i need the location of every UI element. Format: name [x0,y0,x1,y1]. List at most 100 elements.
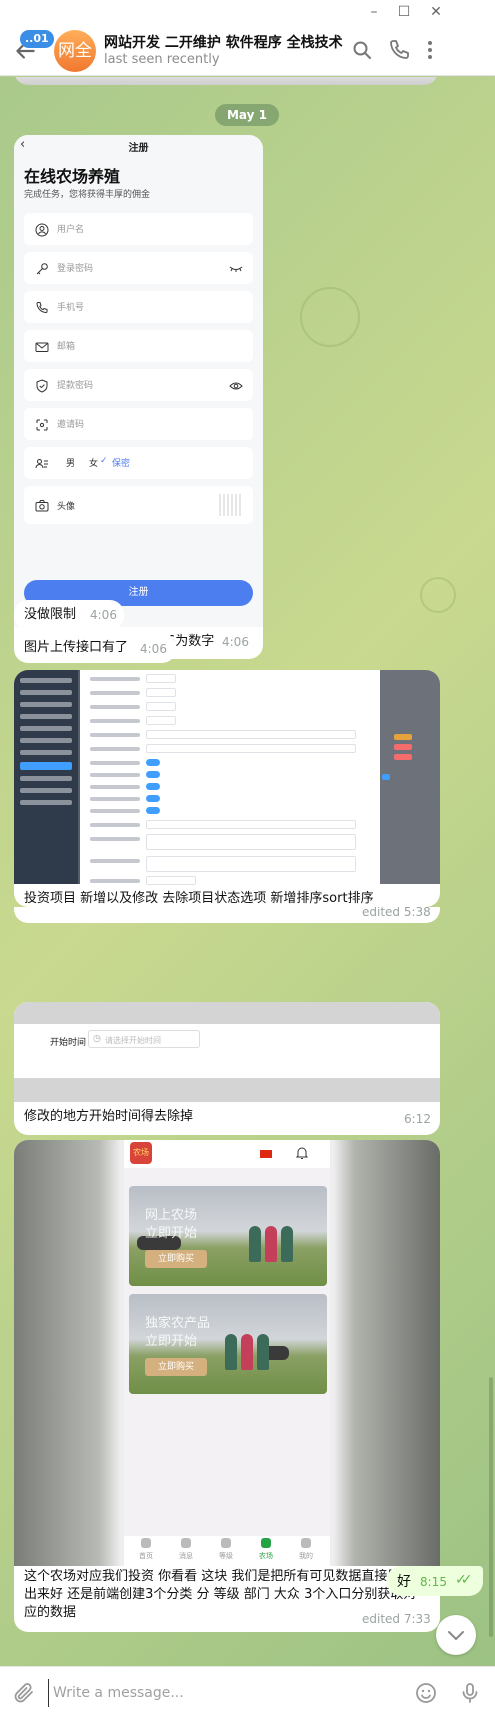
admin-sidebar-item [20,788,72,793]
key-icon [35,261,49,275]
chat-status: last seen recently [104,52,220,67]
tab-messages: 消息 [166,1538,206,1564]
message-start-time[interactable]: 开始时间 ◷ 请选择开始时间 修改的地方开始时间得去除掉 6:12 [14,1002,440,1135]
farm-icon [261,1538,271,1548]
message-farm[interactable]: 农场 网上农场 立即开始 立即购买 独家农产品 立即开始 立即购买 首页 消息 … [14,1140,440,1632]
buy-now-button: 立即购买 [145,1250,207,1268]
start-time-placeholder: 请选择开始时间 [105,1036,161,1045]
date-separator: May 1 [215,104,279,126]
message-text: 修改的地方开始时间得去除掉 [24,1109,194,1124]
minimize-button[interactable]: – [364,2,384,22]
message-registration-form[interactable]: ‹ 注册 在线农场养殖 完成任务，您将获得丰厚的佣金 用户名 登录密码 手机号 … [14,135,263,659]
start-time-label: 开始时间 [50,1038,87,1048]
chat-title[interactable]: 网站开发 二开维护 软件程序 全栈技术 [104,32,343,52]
message-input[interactable] [48,1679,408,1707]
form-row [90,674,370,684]
chat-area[interactable]: May 1 ‹ 注册 在线农场养殖 完成任务，您将获得丰厚的佣金 用户名 登录密… [0,77,495,1666]
phone-placeholder: 手机号 [57,303,85,313]
paperclip-icon[interactable] [12,1681,36,1705]
bell-icon [294,1145,310,1161]
chat-header: ..01 网全 网站开发 二开维护 软件程序 全栈技术 last seen re… [0,24,495,76]
form-row [90,758,370,768]
phone-icon [35,300,49,314]
banner-subtitle: 立即开始 [145,1226,198,1241]
admin-sidebar-item [20,714,72,719]
close-window-button[interactable]: ✕ [426,2,446,22]
avatar-upload-field: 头像 [24,486,253,524]
user-icon [301,1538,311,1548]
farm-tab-bar: 首页 消息 等级 农场 我的 [124,1536,330,1566]
message-text: 好 [397,1574,411,1590]
clock-icon: ◷ [93,1034,101,1044]
admin-tag [382,774,390,780]
scroll-to-bottom-button[interactable] [436,1615,476,1655]
phone-icon[interactable] [387,38,411,62]
more-vertical-icon[interactable] [418,38,442,62]
admin-sidebar-item [20,702,72,707]
gender-female-option: 女 [89,459,99,469]
people-illustration [225,1334,277,1370]
message-time: 6:12 [404,1112,431,1126]
message-text: 投资项目 新增以及修改 去除项目状态选项 新增排序sort排序 [24,891,374,906]
message-time: edited 7:33 [362,1612,431,1626]
background-doodle [420,577,456,613]
registration-form-image[interactable]: ‹ 注册 在线农场养殖 完成任务，您将获得丰厚的佣金 用户名 登录密码 手机号 … [14,135,263,627]
unread-badge: ..01 [20,30,54,48]
search-icon[interactable] [350,38,374,62]
withdraw-password-placeholder: 提款密码 [57,381,94,391]
tab-home: 首页 [126,1538,166,1564]
gender-secret-option: 保密 [112,459,131,469]
admin-sidebar-item-active [20,762,72,770]
admin-tag [394,744,412,750]
reg-subheading: 完成任务，您将获得丰厚的佣金 [24,190,151,200]
admin-panel-image[interactable] [14,670,440,886]
user-icon [35,222,49,237]
message-composer [0,1666,495,1718]
home-icon [141,1538,151,1548]
admin-right-panel [380,670,440,884]
start-time-image[interactable]: 开始时间 ◷ 请选择开始时间 [14,1002,440,1102]
gender-male-option: 男 [66,459,76,469]
message-invest-project[interactable]: 投资项目 新增以及修改 去除项目状态选项 新增排序sort排序 [14,670,440,907]
invite-code-field: 邀请码 [24,408,253,440]
avatar[interactable]: 网全 [54,30,96,72]
username-field: 用户名 [24,213,253,245]
avatar-preview [219,494,241,516]
background-doodle [300,287,360,347]
double-check-icon: ✓✓ [455,1572,473,1588]
farm-logo: 农场 [130,1142,152,1164]
message-time: 4:06 [222,635,249,649]
form-row [90,876,370,886]
scrollbar-thumb[interactable] [489,1377,493,1637]
reg-heading: 在线农场养殖 [24,167,121,186]
reg-nav-bar: ‹ 注册 [14,135,263,157]
admin-tag [394,734,412,740]
username-placeholder: 用户名 [57,225,85,235]
message-no-limit[interactable]: 没做限制 4:06 [14,600,124,630]
admin-sidebar-item [20,800,72,805]
login-password-placeholder: 登录密码 [57,264,94,274]
form-row [90,716,370,726]
avatar-label: 头像 [57,502,76,512]
invite-code-placeholder: 邀请码 [57,420,85,430]
form-row [90,806,370,816]
email-field: 邮箱 [24,330,253,362]
form-row [90,688,370,698]
admin-sidebar-item [20,678,72,683]
mail-icon [35,339,49,353]
admin-sidebar-item [20,726,72,731]
message-upload-api[interactable]: 图片上传接口有了 4:06 [14,633,176,663]
farm-app-image[interactable]: 农场 网上农场 立即开始 立即购买 独家农产品 立即开始 立即购买 首页 消息 … [14,1140,440,1566]
message-outgoing-reply[interactable]: 好 8:15 ✓✓ [387,1566,483,1596]
maximize-button[interactable]: ☐ [394,2,414,22]
form-row [90,820,370,830]
form-row [90,770,370,780]
chevron-down-icon [448,1631,464,1640]
people-illustration [249,1226,301,1262]
email-placeholder: 邮箱 [57,342,76,352]
login-password-field: 登录密码 [24,252,253,284]
microphone-icon[interactable] [458,1681,482,1705]
camera-icon [35,498,49,512]
emoji-icon[interactable] [414,1681,438,1705]
user-list-icon [35,456,49,470]
